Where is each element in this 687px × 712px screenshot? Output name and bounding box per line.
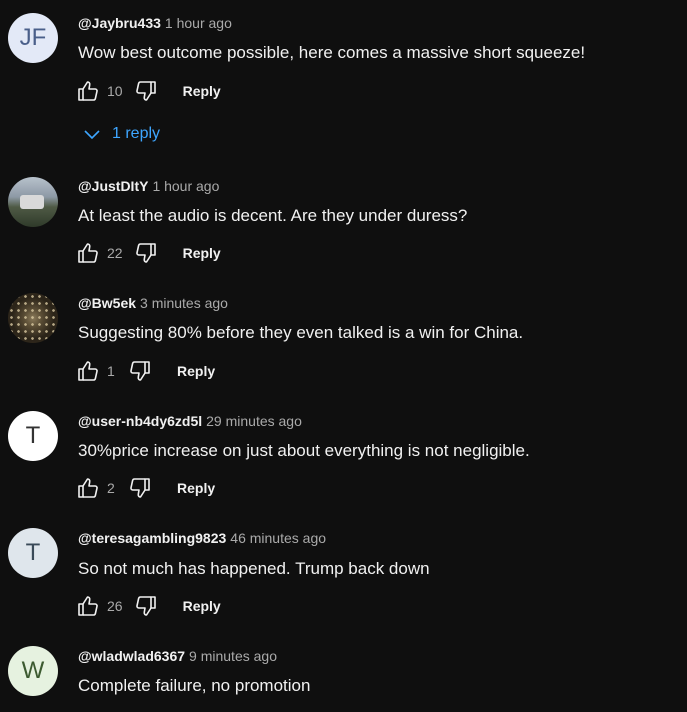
chevron-down-icon bbox=[84, 130, 100, 140]
view-replies-button[interactable]: 1 reply bbox=[80, 122, 160, 146]
avatar[interactable]: T bbox=[8, 411, 58, 461]
reply-button[interactable]: Reply bbox=[183, 598, 221, 614]
comment-header: @wladwlad6367 9 minutes ago bbox=[78, 648, 277, 664]
dislike-button[interactable] bbox=[127, 475, 153, 501]
author-handle[interactable]: @JustDItY bbox=[78, 178, 148, 194]
comment-text: Complete failure, no promotion bbox=[78, 676, 311, 695]
comment-time[interactable]: 9 minutes ago bbox=[189, 648, 277, 664]
comment-actions: 26 Reply bbox=[75, 593, 221, 619]
reply-button[interactable]: Reply bbox=[177, 480, 215, 496]
like-button[interactable] bbox=[75, 358, 101, 384]
dislike-button[interactable] bbox=[133, 78, 159, 104]
dislike-button[interactable] bbox=[127, 358, 153, 384]
comment-time[interactable]: 29 minutes ago bbox=[206, 413, 302, 429]
thumbs-up-icon bbox=[78, 478, 98, 498]
thumbs-down-icon bbox=[135, 243, 156, 263]
comment-text: 30%price increase on just about everythi… bbox=[78, 441, 530, 460]
thumbs-down-icon bbox=[135, 81, 156, 101]
like-button[interactable] bbox=[75, 78, 101, 104]
comment-text: Wow best outcome possible, here comes a … bbox=[78, 43, 586, 62]
thumbs-down-icon bbox=[130, 478, 150, 498]
avatar[interactable] bbox=[8, 177, 58, 227]
like-count: 10 bbox=[107, 83, 123, 99]
dislike-button[interactable] bbox=[133, 593, 159, 619]
thumbs-down-icon bbox=[130, 361, 150, 381]
comment-actions: 22 Reply bbox=[75, 240, 221, 266]
comment-actions: 10 Reply bbox=[75, 78, 221, 104]
author-handle[interactable]: @wladwlad6367 bbox=[78, 648, 185, 664]
reply-button[interactable]: Reply bbox=[183, 245, 221, 261]
comment-text: So not much has happened. Trump back dow… bbox=[78, 559, 430, 578]
like-count: 1 bbox=[107, 363, 115, 379]
replies-label: 1 reply bbox=[112, 125, 161, 142]
author-handle[interactable]: @Bw5ek bbox=[78, 295, 136, 311]
avatar[interactable] bbox=[8, 293, 58, 343]
comment-header: @Bw5ek 3 minutes ago bbox=[78, 295, 228, 311]
comment-header: @teresagambling9823 46 minutes ago bbox=[78, 530, 326, 546]
avatar[interactable]: W bbox=[8, 646, 58, 696]
thumbs-up-icon bbox=[78, 361, 98, 381]
comment-time[interactable]: 3 minutes ago bbox=[140, 295, 228, 311]
avatar[interactable]: T bbox=[8, 528, 58, 578]
comment-time[interactable]: 46 minutes ago bbox=[230, 530, 326, 546]
author-handle[interactable]: @teresagambling9823 bbox=[78, 530, 226, 546]
comment-text: At least the audio is decent. Are they u… bbox=[78, 206, 468, 225]
comment-header: @JustDItY 1 hour ago bbox=[78, 178, 219, 194]
thumbs-up-icon bbox=[78, 243, 98, 263]
comment-header: @Jaybru433 1 hour ago bbox=[78, 15, 232, 31]
avatar-image bbox=[20, 195, 44, 209]
comment-header: @user-nb4dy6zd5l 29 minutes ago bbox=[78, 413, 302, 429]
comment-time[interactable]: 1 hour ago bbox=[165, 15, 232, 31]
thumbs-up-icon bbox=[78, 81, 98, 101]
avatar[interactable]: JF bbox=[8, 13, 58, 63]
thumbs-down-icon bbox=[135, 596, 156, 616]
reply-button[interactable]: Reply bbox=[177, 363, 215, 379]
like-button[interactable] bbox=[75, 475, 101, 501]
author-handle[interactable]: @Jaybru433 bbox=[78, 15, 161, 31]
comment-actions: 1 Reply bbox=[75, 358, 215, 384]
dislike-button[interactable] bbox=[133, 240, 159, 266]
like-count: 26 bbox=[107, 598, 123, 614]
reply-button[interactable]: Reply bbox=[183, 83, 221, 99]
comment-time[interactable]: 1 hour ago bbox=[152, 178, 219, 194]
thumbs-up-icon bbox=[78, 596, 98, 616]
like-count: 22 bbox=[107, 245, 123, 261]
like-count: 2 bbox=[107, 480, 115, 496]
like-button[interactable] bbox=[75, 593, 101, 619]
author-handle[interactable]: @user-nb4dy6zd5l bbox=[78, 413, 202, 429]
avatar-image bbox=[8, 293, 58, 343]
like-button[interactable] bbox=[75, 240, 101, 266]
comment-text: Suggesting 80% before they even talked i… bbox=[78, 323, 524, 342]
comment-actions: 2 Reply bbox=[75, 475, 215, 501]
